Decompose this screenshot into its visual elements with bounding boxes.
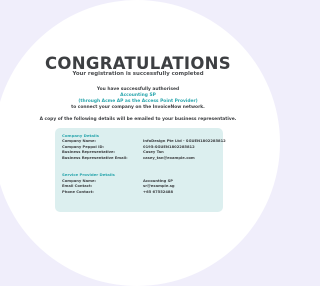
business-rep-value: Casey Tan xyxy=(143,150,164,154)
business-rep-email-label: Business Representative Email: xyxy=(62,155,128,160)
details-card: Company Details Company Name: InfoDesign… xyxy=(55,128,226,212)
email-copy-note: A copy of the following details will be … xyxy=(39,117,237,122)
sp-phone-label: Phone Contact: xyxy=(62,189,94,194)
sp-company-name-label: Company Name: xyxy=(62,178,96,183)
peppol-id-label: Company Peppol ID: xyxy=(62,144,104,149)
network-note: to connect your company on the InvoiceNo… xyxy=(71,105,205,110)
sp-email-label: Email Contact: xyxy=(62,184,93,188)
service-provider-heading: Service Provider Details xyxy=(62,172,115,177)
company-name-label: Company Name: xyxy=(62,139,96,143)
sp-email-value: sr@example.sg xyxy=(143,184,175,188)
sp-company-name-value: Accounting SP xyxy=(143,178,173,183)
business-rep-email-value: casey_tan@example.com xyxy=(143,155,195,160)
peppol-id-value: 0195:SGUEN1802285812 xyxy=(143,144,195,149)
business-rep-label: Business Representative: xyxy=(62,150,115,154)
sp-phone-value: +65 67552488 xyxy=(143,189,174,194)
company-name-value: InfoDesign Pte Ltd - SGUEN1802285812 xyxy=(143,139,226,143)
confirmation-content: CONGRATULATIONS Your registration is suc… xyxy=(0,0,276,258)
company-details-heading: Company Details xyxy=(62,133,99,138)
page-subtitle: Your registration is successfully comple… xyxy=(72,71,204,77)
